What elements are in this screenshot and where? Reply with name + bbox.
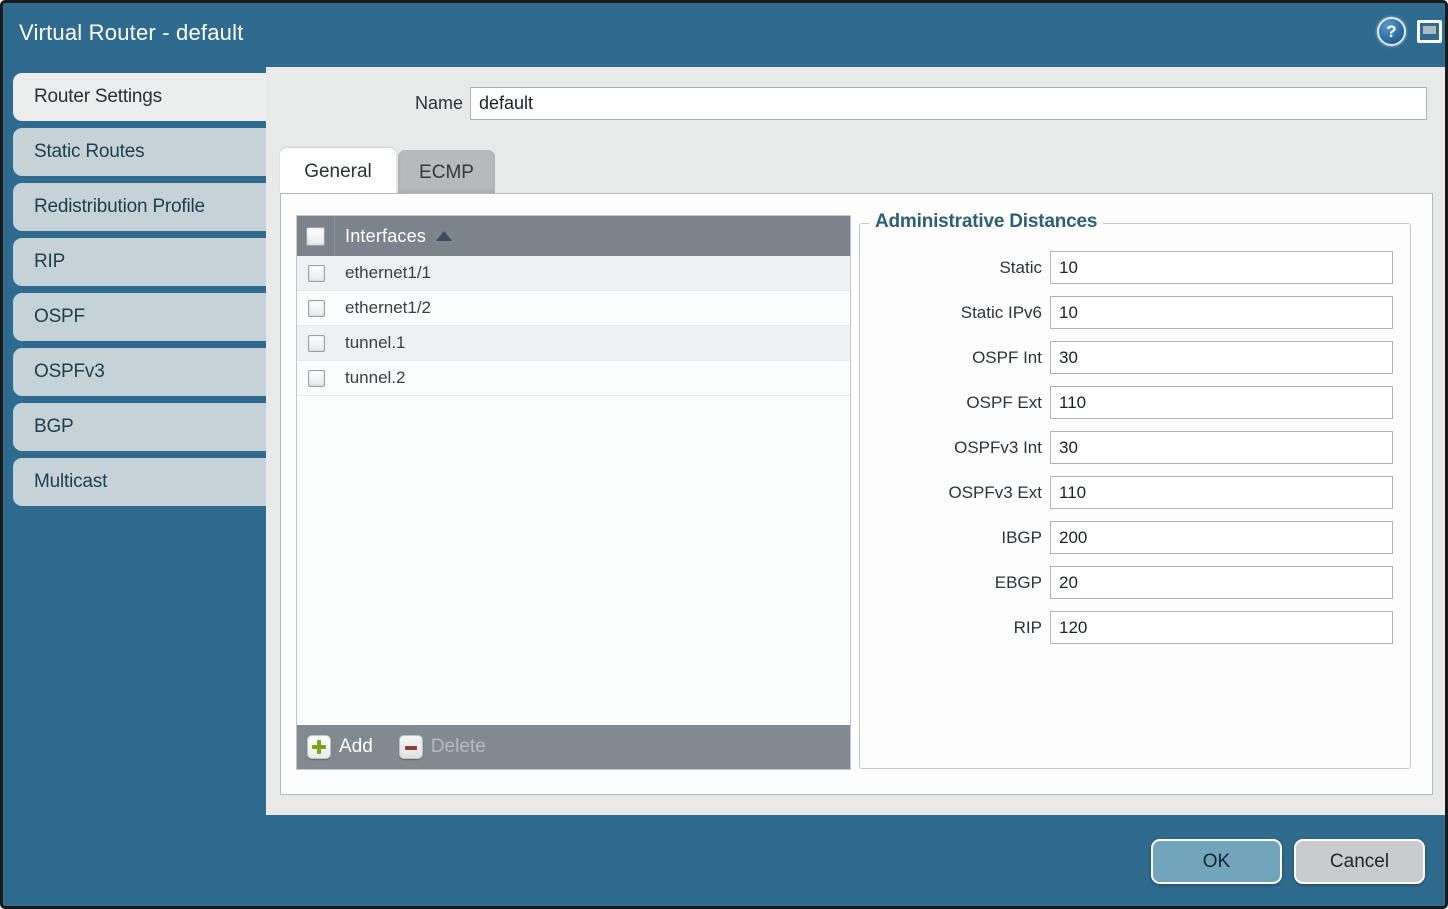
field-row-ospf-ext: OSPF Ext <box>860 386 1410 419</box>
tab-ecmp[interactable]: ECMP <box>398 150 495 193</box>
row-checkbox[interactable] <box>308 300 325 317</box>
sort-ascending-icon[interactable] <box>436 231 452 241</box>
virtual-router-dialog: Virtual Router - default ? Router Settin… <box>0 0 1448 909</box>
interface-name: ethernet1/1 <box>345 263 431 283</box>
row-checkbox[interactable] <box>308 265 325 282</box>
administrative-distances-fields: Static Static IPv6 OSPF Int OSPF Ext <box>860 251 1410 644</box>
ebgp-label: EBGP <box>860 573 1050 593</box>
sidebar-item-static-routes[interactable]: Static Routes <box>13 128 266 176</box>
select-all-checkbox[interactable] <box>306 227 325 246</box>
ospf-int-input[interactable] <box>1050 341 1393 374</box>
field-row-ebgp: EBGP <box>860 566 1410 599</box>
add-plus-icon <box>307 735 331 759</box>
table-empty-area <box>297 396 850 725</box>
ibgp-label: IBGP <box>860 528 1050 548</box>
rip-label: RIP <box>860 618 1050 638</box>
table-footer: Add Delete <box>297 725 850 769</box>
row-checkbox-cell <box>297 361 335 395</box>
field-row-static-ipv6: Static IPv6 <box>860 296 1410 329</box>
interface-name: ethernet1/2 <box>345 298 431 318</box>
name-input[interactable] <box>470 87 1427 120</box>
static-input[interactable] <box>1050 251 1393 284</box>
sidebar-item-ospf[interactable]: OSPF <box>13 293 266 341</box>
cancel-button[interactable]: Cancel <box>1294 839 1425 884</box>
sidebar-item-bgp[interactable]: BGP <box>13 403 266 451</box>
static-ipv6-label: Static IPv6 <box>860 303 1050 323</box>
field-row-rip: RIP <box>860 611 1410 644</box>
general-tab-panel: Interfaces ethernet1/1 ethernet1/2 tunne… <box>280 193 1433 795</box>
table-row[interactable]: tunnel.1 <box>297 326 850 361</box>
add-button-label: Add <box>339 736 373 758</box>
sidebar-item-ospfv3[interactable]: OSPFv3 <box>13 348 266 396</box>
field-row-ospfv3-int: OSPFv3 Int <box>860 431 1410 464</box>
help-icon[interactable]: ? <box>1377 17 1406 46</box>
row-checkbox-cell <box>297 256 335 290</box>
rip-input[interactable] <box>1050 611 1393 644</box>
field-row-ospfv3-ext: OSPFv3 Ext <box>860 476 1410 509</box>
ospf-ext-label: OSPF Ext <box>860 393 1050 413</box>
delete-button-label: Delete <box>431 736 486 758</box>
sidebar: Router Settings Static Routes Redistribu… <box>3 67 266 906</box>
field-row-ospf-int: OSPF Int <box>860 341 1410 374</box>
select-all-cell <box>297 216 335 256</box>
ospf-ext-input[interactable] <box>1050 386 1393 419</box>
sidebar-item-rip[interactable]: RIP <box>13 238 266 286</box>
content-area: Name General ECMP Interfaces ethernet1/1… <box>266 67 1448 815</box>
interfaces-table-header: Interfaces <box>297 216 850 256</box>
field-row-ibgp: IBGP <box>860 521 1410 554</box>
sidebar-item-router-settings[interactable]: Router Settings <box>13 73 266 121</box>
ospfv3-ext-label: OSPFv3 Ext <box>860 483 1050 503</box>
sidebar-item-multicast[interactable]: Multicast <box>13 458 266 506</box>
ospf-int-label: OSPF Int <box>860 348 1050 368</box>
row-checkbox[interactable] <box>308 370 325 387</box>
administrative-distances-title: Administrative Distances <box>869 211 1103 233</box>
ok-button[interactable]: OK <box>1151 839 1282 884</box>
interfaces-column-header[interactable]: Interfaces <box>345 226 426 247</box>
row-checkbox[interactable] <box>308 335 325 352</box>
row-checkbox-cell <box>297 291 335 325</box>
interface-name: tunnel.2 <box>345 368 406 388</box>
minimize-bar <box>1423 26 1436 34</box>
dialog-title: Virtual Router - default <box>19 20 244 46</box>
ospfv3-ext-input[interactable] <box>1050 476 1393 509</box>
sidebar-item-redistribution-profile[interactable]: Redistribution Profile <box>13 183 266 231</box>
static-ipv6-input[interactable] <box>1050 296 1393 329</box>
interface-name: tunnel.1 <box>345 333 406 353</box>
tab-general[interactable]: General <box>280 148 396 193</box>
row-checkbox-cell <box>297 326 335 360</box>
field-row-static: Static <box>860 251 1410 284</box>
table-row[interactable]: ethernet1/2 <box>297 291 850 326</box>
interfaces-table: Interfaces ethernet1/1 ethernet1/2 tunne… <box>296 215 851 770</box>
delete-minus-icon <box>399 735 423 759</box>
table-row[interactable]: tunnel.2 <box>297 361 850 396</box>
minimize-window-icon[interactable] <box>1417 20 1442 43</box>
static-label: Static <box>860 258 1050 278</box>
table-row[interactable]: ethernet1/1 <box>297 256 850 291</box>
ospfv3-int-label: OSPFv3 Int <box>860 438 1050 458</box>
ospfv3-int-input[interactable] <box>1050 431 1393 464</box>
name-label: Name <box>326 87 463 120</box>
administrative-distances-fieldset: Administrative Distances Static Static I… <box>859 223 1411 769</box>
add-button[interactable]: Add <box>307 735 373 759</box>
ebgp-input[interactable] <box>1050 566 1393 599</box>
delete-button[interactable]: Delete <box>399 735 486 759</box>
ibgp-input[interactable] <box>1050 521 1393 554</box>
